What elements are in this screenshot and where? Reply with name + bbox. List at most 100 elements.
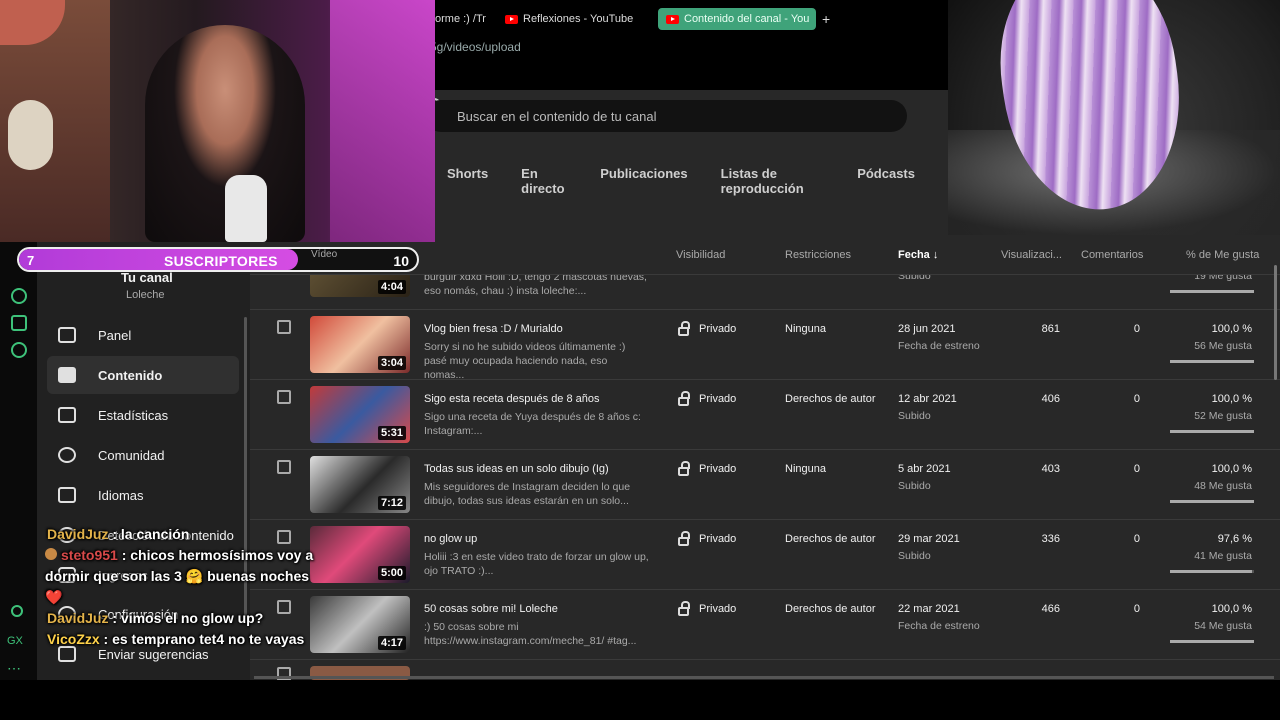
tab-label: orme :) /Tr bbox=[435, 13, 486, 25]
video-thumbnail[interactable]: 7:12 bbox=[310, 456, 410, 513]
screen: orme :) /Tr Reflexiones - YouTube Conten… bbox=[0, 0, 1280, 720]
table-row[interactable]: 3:04 Vlog bien fresa :D / Murialdo Sorry s… bbox=[250, 310, 1280, 381]
comments-value: 0 bbox=[1133, 603, 1140, 615]
col-likes[interactable]: % de Me gusta bbox=[1186, 249, 1259, 261]
col-comments[interactable]: Comentarios bbox=[1081, 249, 1143, 261]
video-thumbnail[interactable]: 5:00 bbox=[310, 526, 410, 583]
table-scrollbar[interactable] bbox=[1274, 265, 1277, 380]
channel-handle: Loleche bbox=[126, 289, 165, 301]
sidebar-item-content[interactable]: Contenido bbox=[47, 356, 239, 394]
puzzle-icon[interactable] bbox=[11, 315, 27, 331]
subscriber-goal-bar: 7 SUSCRIPTORES Vídeo 10 bbox=[17, 247, 419, 272]
restrictions-value[interactable]: Derechos de autor bbox=[785, 533, 876, 545]
restrictions-value[interactable]: Derechos de autor bbox=[785, 603, 876, 615]
chat-username: steto951 bbox=[61, 547, 118, 563]
tab-label: Reflexiones - YouTube bbox=[523, 13, 634, 25]
tab-posts[interactable]: Publicaciones bbox=[600, 166, 687, 196]
comments-value: 0 bbox=[1133, 393, 1140, 405]
sidebar-item-community[interactable]: Comunidad bbox=[47, 436, 239, 474]
visibility-cell[interactable]: Privado bbox=[678, 530, 736, 546]
browser-tab-active[interactable]: Contenido del canal - You bbox=[658, 8, 816, 30]
col-views[interactable]: Visualizaci... bbox=[1001, 249, 1062, 261]
browser-tab[interactable]: Reflexiones - YouTube bbox=[505, 8, 633, 30]
tab-live[interactable]: En directo bbox=[521, 166, 567, 196]
restrictions-value[interactable]: Ninguna bbox=[785, 463, 826, 475]
like-count: 56 Me gusta bbox=[1194, 340, 1252, 352]
address-bar[interactable]: 5g/videos/upload bbox=[430, 40, 521, 54]
col-date[interactable]: Fecha ↓ bbox=[898, 249, 938, 261]
sidebar-item-label: Panel bbox=[98, 327, 132, 343]
date-type: Subido bbox=[898, 410, 931, 422]
new-tab-button[interactable]: + bbox=[822, 8, 830, 30]
like-percent: 100,0 % bbox=[1211, 323, 1252, 335]
more-icon[interactable]: ⋯ bbox=[7, 660, 21, 677]
visibility-cell[interactable]: Privado bbox=[678, 390, 736, 406]
restrictions-value[interactable]: Ninguna bbox=[785, 323, 826, 335]
youtube-icon bbox=[666, 14, 679, 24]
chat-username: DavidJuz bbox=[47, 526, 109, 542]
col-visibility[interactable]: Visibilidad bbox=[676, 249, 725, 261]
like-count: 54 Me gusta bbox=[1194, 620, 1252, 632]
video-title[interactable]: Todas sus ideas en un solo dibujo (Ig) bbox=[424, 463, 644, 475]
video-title[interactable]: Vlog bien fresa :D / Murialdo bbox=[424, 323, 644, 335]
browser-tab[interactable]: orme :) /Tr bbox=[435, 8, 490, 30]
subscriber-goal: 10 bbox=[393, 253, 409, 269]
table-row[interactable]: 7:12 Todas sus ideas en un solo dibujo (I… bbox=[250, 450, 1280, 520]
col-restrictions[interactable]: Restricciones bbox=[785, 249, 851, 261]
tab-label: Contenido del canal - You bbox=[684, 13, 810, 25]
video-thumbnail[interactable]: 4:17 bbox=[310, 596, 410, 653]
comments-value: 0 bbox=[1133, 323, 1140, 335]
date-value: 28 jun 2021 bbox=[898, 323, 956, 335]
like-ratio-fill bbox=[1170, 430, 1254, 433]
chat-text: : es temprano tet4 no te vayas bbox=[103, 631, 305, 647]
second-camera-overlay bbox=[948, 0, 1280, 235]
sidebar-item-languages[interactable]: Idiomas bbox=[47, 476, 239, 514]
tab-podcasts[interactable]: Pódcasts bbox=[857, 166, 915, 196]
like-ratio-fill bbox=[1170, 640, 1254, 643]
like-count: 41 Me gusta bbox=[1194, 550, 1252, 562]
date-type: Fecha de estreno bbox=[898, 340, 980, 352]
microphone bbox=[225, 175, 267, 242]
horizontal-scrollbar[interactable] bbox=[254, 676, 1274, 679]
tab-playlists[interactable]: Listas de reproducción bbox=[721, 166, 825, 196]
date-value: 22 mar 2021 bbox=[898, 603, 960, 615]
video-title[interactable]: no glow up bbox=[424, 533, 644, 545]
sidebar-item-label: Estadísticas bbox=[98, 407, 169, 423]
gear-icon[interactable] bbox=[11, 342, 27, 358]
row-checkbox[interactable] bbox=[277, 390, 291, 404]
visibility-cell[interactable]: Privado bbox=[678, 320, 736, 336]
sidebar-item-panel[interactable]: Panel bbox=[47, 316, 239, 354]
sidebar-item-label: Contenido bbox=[98, 367, 163, 383]
visibility-cell[interactable]: Privado bbox=[678, 600, 736, 616]
video-thumbnail[interactable]: 5:31 bbox=[310, 386, 410, 443]
subscriber-label: SUSCRIPTORES bbox=[164, 253, 278, 269]
col-video-peek: Vídeo bbox=[311, 249, 338, 260]
sidebar-item-analytics[interactable]: Estadísticas bbox=[47, 396, 239, 434]
row-checkbox[interactable] bbox=[277, 320, 291, 334]
like-count: 52 Me gusta bbox=[1194, 410, 1252, 422]
table-row[interactable]: 4:17 50 cosas sobre mi! Loleche:) 50 cosa… bbox=[250, 590, 1280, 660]
date-value: 29 mar 2021 bbox=[898, 533, 960, 545]
comments-value: 0 bbox=[1133, 533, 1140, 545]
chat-username: DavidJuz bbox=[47, 610, 109, 626]
community-icon bbox=[58, 447, 76, 463]
lock-icon bbox=[678, 390, 690, 406]
chat-message: DavidJuz : la canción bbox=[0, 524, 320, 545]
video-duration: 4:04 bbox=[377, 280, 406, 294]
clock-icon[interactable] bbox=[11, 288, 27, 304]
sidebar-item-label: Idiomas bbox=[98, 487, 144, 503]
visibility-cell[interactable]: Privado bbox=[678, 460, 736, 476]
arrow-down-icon: ↓ bbox=[932, 249, 939, 261]
views-value: 861 bbox=[1041, 323, 1060, 335]
tab-shorts[interactable]: Shorts bbox=[447, 166, 488, 196]
video-thumbnail[interactable]: 3:04 bbox=[310, 316, 410, 373]
row-checkbox[interactable] bbox=[277, 460, 291, 474]
video-title[interactable]: Sigo esta receta después de 8 años bbox=[424, 393, 644, 405]
restrictions-value[interactable]: Derechos de autor bbox=[785, 393, 876, 405]
lock-icon bbox=[678, 600, 690, 616]
studio-header: Buscar en el contenido de tu canal Short… bbox=[425, 90, 948, 235]
table-row[interactable]: 5:00 no glow up Holiii :3 en este video tr… bbox=[250, 520, 1280, 590]
table-row[interactable]: 5:31 Sigo esta receta después de 8 años Si… bbox=[250, 380, 1280, 450]
video-title[interactable]: 50 cosas sobre mi! Loleche bbox=[424, 603, 644, 615]
search-input[interactable]: Buscar en el contenido de tu canal bbox=[425, 100, 907, 132]
